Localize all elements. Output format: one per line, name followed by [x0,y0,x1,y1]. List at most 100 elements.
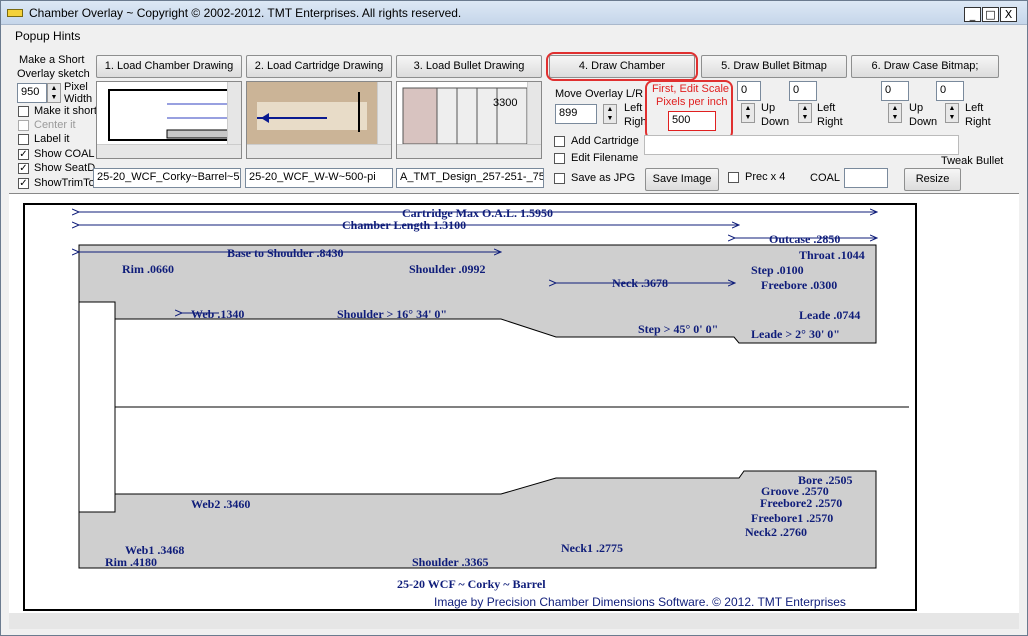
draw-chamber-highlight [546,52,698,81]
title-bar: Chamber Overlay ~ Copyright © 2002-2012.… [1,1,1027,25]
bullet-thumb-hscroll[interactable] [397,144,541,158]
label-freebore: Freebore .0300 [761,278,837,292]
bullet-down-label: Down [761,116,790,128]
label-shoulder-dia: Shoulder .3365 [412,555,488,569]
show-coal-label: Show COAL [34,148,95,160]
load-bullet-button[interactable]: 3. Load Bullet Drawing [396,55,542,78]
bullet-lr-input[interactable]: 0 [789,81,817,101]
label-throat: Throat .1044 [799,248,865,262]
label-web2: Web2 .3460 [191,497,250,511]
label-neck1: Neck1 .2775 [561,541,623,555]
label-freebore2: Freebore2 .2570 [760,496,842,510]
resize-button[interactable]: Resize [904,168,961,191]
pixel-label-1: Pixel [64,81,88,93]
app-icon [7,9,23,17]
bullet-up-input[interactable]: 0 [737,81,761,101]
bullet-thumb-vscroll[interactable] [527,82,541,146]
cartridge-filename-field[interactable]: 25-20_WCF_W-W~500-pi [245,168,393,188]
label-it-label: Label it [34,133,70,145]
move-overlay-spinner[interactable]: ▲ ▼ [603,104,617,124]
cartridge-thumb-hscroll[interactable] [247,144,391,158]
label-rim: Rim .0660 [122,262,174,276]
pixel-width-input[interactable]: 950 [17,83,47,103]
case-down-label: Down [909,116,938,128]
save-image-button[interactable]: Save Image [645,168,719,191]
draw-bullet-bitmap-button[interactable]: 5. Draw Bullet Bitmap [701,55,847,78]
coal-input[interactable] [844,168,888,188]
make-short-label-1: Make a Short [19,54,85,66]
label-step-angle: Step > 45° 0' 0" [638,322,718,336]
move-overlay-label: Move Overlay L/R [555,88,644,100]
chamber-thumb-hscroll[interactable] [97,144,241,158]
add-cartridge-label: Add Cartridge [571,135,639,147]
make-it-short-checkbox[interactable] [18,106,29,117]
load-chamber-button[interactable]: 1. Load Chamber Drawing [96,55,242,78]
load-cartridge-button[interactable]: 2. Load Cartridge Drawing [246,55,392,78]
minimize-button[interactable]: _ [964,7,981,22]
chamber-thumb-vscroll[interactable] [227,82,241,146]
case-left-label: Left [965,102,984,114]
window-title: Chamber Overlay ~ Copyright © 2002-2012.… [29,6,462,20]
maximize-button[interactable]: □ [982,7,999,22]
app-window: Chamber Overlay ~ Copyright © 2002-2012.… [0,0,1028,636]
scale-input[interactable]: 500 [668,111,716,131]
rim-slot [78,301,116,513]
chamber-drawing: Cartridge Max O.A.L. 1.5950 Chamber Leng… [23,203,917,611]
make-short-label-2: Overlay sketch [17,68,90,80]
draw-case-bitmap-button[interactable]: 6. Draw Case Bitmap; [851,55,999,78]
scale-hint-1: First, Edit Scale [652,83,730,95]
save-as-jpg-checkbox[interactable] [554,173,565,184]
menu-popup-hints[interactable]: Popup Hints [15,29,80,43]
cartridge-thumbnail [246,81,392,159]
drawing-caption: 25-20 WCF ~ Corky ~ Barrel [397,577,546,591]
menu-bar: Popup Hints [1,26,1027,46]
label-chamber-length: Chamber Length 1.3100 [342,218,466,232]
add-cartridge-checkbox[interactable] [554,136,565,147]
label-leade: Leade .0744 [799,308,860,322]
pixel-label-2: Width [64,93,93,105]
label-rim-dia: Rim .4180 [105,555,157,569]
tweak-bullet-field[interactable] [644,135,959,155]
move-left-label: Left [624,102,643,114]
label-shoulder-angle: Shoulder > 16° 34' 0" [337,307,447,321]
show-trimto-checkbox[interactable]: ✓ [18,178,29,189]
tweak-bullet-label: Tweak Bullet [941,155,1004,167]
case-up-input[interactable]: 0 [881,81,909,101]
label-neck: Neck .3678 [612,276,668,290]
edit-filename-label: Edit Filename [571,152,639,164]
drawing-credit: Image by Precision Chamber Dimensions So… [434,595,846,609]
bullet-leftright-spinner[interactable]: ▲ ▼ [798,103,812,123]
edit-filename-checkbox[interactable] [554,153,565,164]
bullet-updown-spinner[interactable]: ▲ ▼ [741,103,755,123]
center-it-label: Center it [34,119,76,131]
show-seatd-checkbox[interactable]: ✓ [18,163,29,174]
label-web: Web .1340 [191,307,244,321]
cartridge-thumb-vscroll[interactable] [377,82,391,146]
label-leade-angle: Leade > 2° 30' 0" [751,327,840,341]
label-neck2: Neck2 .2760 [745,525,807,539]
bullet-filename-field[interactable]: A_TMT_Design_257-251-_75- [396,168,544,188]
bullet-left-label: Left [817,102,836,114]
label-step: Step .0100 [751,263,804,277]
pixel-width-spinner[interactable]: ▲ ▼ [47,83,61,103]
chamber-filename-field[interactable]: 25-20_WCF_Corky~Barrel~50 [93,168,241,188]
label-base-to-shoulder: Base to Shoulder .8430 [227,246,343,260]
bullet-up-label: Up [761,102,776,114]
make-it-short-label: Make it short [34,105,97,117]
canvas-hscroll[interactable] [9,613,1019,629]
center-it-checkbox[interactable] [18,120,29,131]
label-it-checkbox[interactable] [18,134,29,145]
prec-x4-checkbox[interactable] [728,172,739,183]
prec-x4-label: Prec x 4 [745,171,786,183]
show-coal-checkbox[interactable]: ✓ [18,149,29,160]
move-overlay-input[interactable]: 899 [555,104,597,124]
label-shoulder: Shoulder .0992 [409,262,485,276]
scale-hint-2: Pixels per inch [656,96,728,108]
case-lr-input[interactable]: 0 [936,81,964,101]
case-updown-spinner[interactable]: ▲ ▼ [888,103,902,123]
case-leftright-spinner[interactable]: ▲ ▼ [945,103,959,123]
show-trimto-label: ShowTrimTo [34,177,95,189]
label-freebore1: Freebore1 .2570 [751,511,833,525]
save-as-jpg-label: Save as JPG [571,172,636,184]
close-button[interactable]: X [1000,7,1017,22]
